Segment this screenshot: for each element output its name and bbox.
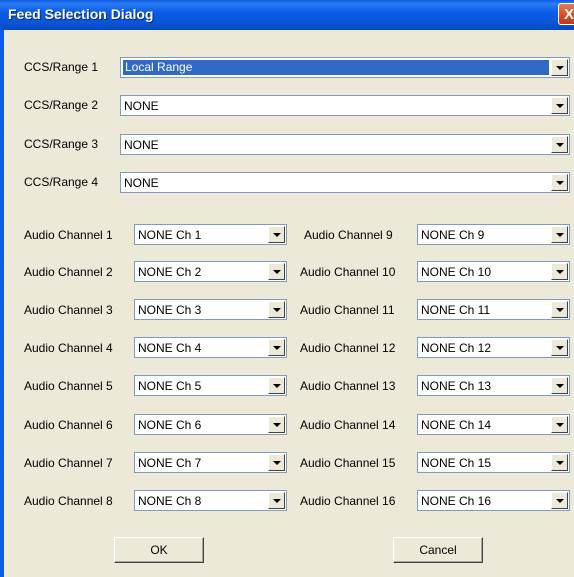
audio-channel-3-select[interactable]: NONE Ch 3 bbox=[134, 299, 287, 320]
audio-channel-6-label: Audio Channel 6 bbox=[24, 418, 113, 432]
audio-channel-14-label: Audio Channel 14 bbox=[300, 418, 396, 432]
audio-channel-4-value: NONE Ch 4 bbox=[138, 341, 202, 355]
audio-channel-11-value: NONE Ch 11 bbox=[421, 303, 491, 317]
window-frame bbox=[0, 30, 4, 577]
audio-channel-1-select[interactable]: NONE Ch 1 bbox=[134, 224, 287, 245]
chevron-down-icon[interactable] bbox=[268, 492, 285, 509]
audio-channel-14-value: NONE Ch 14 bbox=[421, 418, 492, 432]
audio-channel-9-value: NONE Ch 9 bbox=[421, 228, 485, 242]
audio-channel-16-value: NONE Ch 16 bbox=[421, 494, 492, 508]
range-4-label: CCS/Range 4 bbox=[24, 175, 99, 189]
feed-selection-dialog: Feed Selection Dialog X CCS/Range 1 Loca… bbox=[0, 0, 574, 577]
chevron-down-icon[interactable] bbox=[551, 97, 568, 114]
audio-channel-15-value: NONE Ch 15 bbox=[421, 456, 492, 470]
chevron-down-icon[interactable] bbox=[551, 339, 568, 356]
audio-channel-2-label: Audio Channel 2 bbox=[24, 265, 113, 279]
range-2-value: NONE bbox=[124, 99, 159, 113]
chevron-down-icon[interactable] bbox=[268, 263, 285, 280]
title-bar[interactable]: Feed Selection Dialog X bbox=[0, 0, 574, 30]
audio-channel-13-value: NONE Ch 13 bbox=[421, 379, 492, 393]
audio-channel-1-value: NONE Ch 1 bbox=[138, 228, 202, 242]
audio-channel-14-select[interactable]: NONE Ch 14 bbox=[417, 414, 570, 435]
chevron-down-icon[interactable] bbox=[551, 263, 568, 280]
audio-channel-5-select[interactable]: NONE Ch 5 bbox=[134, 375, 287, 396]
chevron-down-icon[interactable] bbox=[551, 377, 568, 394]
chevron-down-icon[interactable] bbox=[268, 416, 285, 433]
audio-channel-3-label: Audio Channel 3 bbox=[24, 303, 113, 317]
cancel-button[interactable]: Cancel bbox=[393, 537, 483, 563]
audio-channel-12-value: NONE Ch 12 bbox=[421, 341, 492, 355]
range-1-value: Local Range bbox=[123, 60, 549, 75]
audio-channel-9-select[interactable]: NONE Ch 9 bbox=[417, 224, 570, 245]
chevron-down-icon[interactable] bbox=[268, 454, 285, 471]
chevron-down-icon[interactable] bbox=[551, 492, 568, 509]
audio-channel-12-label: Audio Channel 12 bbox=[300, 341, 396, 355]
chevron-down-icon[interactable] bbox=[551, 226, 568, 243]
audio-channel-10-select[interactable]: NONE Ch 10 bbox=[417, 261, 570, 282]
range-3-select[interactable]: NONE bbox=[120, 134, 570, 155]
audio-channel-10-value: NONE Ch 10 bbox=[421, 265, 492, 279]
audio-channel-8-value: NONE Ch 8 bbox=[138, 494, 202, 508]
audio-channel-5-label: Audio Channel 5 bbox=[24, 379, 113, 393]
audio-channel-16-select[interactable]: NONE Ch 16 bbox=[417, 490, 570, 511]
chevron-down-icon[interactable] bbox=[551, 454, 568, 471]
window-title: Feed Selection Dialog bbox=[8, 6, 154, 22]
audio-channel-8-select[interactable]: NONE Ch 8 bbox=[134, 490, 287, 511]
chevron-down-icon[interactable] bbox=[551, 136, 568, 153]
audio-channel-6-value: NONE Ch 6 bbox=[138, 418, 202, 432]
audio-channel-15-label: Audio Channel 15 bbox=[300, 456, 396, 470]
audio-channel-11-select[interactable]: NONE Ch 11 bbox=[417, 299, 570, 320]
chevron-down-icon[interactable] bbox=[268, 226, 285, 243]
chevron-down-icon[interactable] bbox=[268, 377, 285, 394]
audio-channel-13-select[interactable]: NONE Ch 13 bbox=[417, 375, 570, 396]
range-3-label: CCS/Range 3 bbox=[24, 137, 99, 151]
audio-channel-16-label: Audio Channel 16 bbox=[300, 494, 396, 508]
close-button[interactable]: X bbox=[558, 3, 574, 25]
chevron-down-icon[interactable] bbox=[268, 339, 285, 356]
close-icon: X bbox=[563, 6, 574, 23]
audio-channel-1-label: Audio Channel 1 bbox=[24, 228, 113, 242]
audio-channel-6-select[interactable]: NONE Ch 6 bbox=[134, 414, 287, 435]
audio-channel-2-select[interactable]: NONE Ch 2 bbox=[134, 261, 287, 282]
chevron-down-icon[interactable] bbox=[551, 416, 568, 433]
audio-channel-5-value: NONE Ch 5 bbox=[138, 379, 202, 393]
audio-channel-3-value: NONE Ch 3 bbox=[138, 303, 202, 317]
chevron-down-icon[interactable] bbox=[551, 174, 568, 191]
chevron-down-icon[interactable] bbox=[268, 301, 285, 318]
audio-channel-13-label: Audio Channel 13 bbox=[300, 379, 396, 393]
range-1-label: CCS/Range 1 bbox=[24, 60, 99, 74]
audio-channel-7-select[interactable]: NONE Ch 7 bbox=[134, 452, 287, 473]
audio-channel-2-value: NONE Ch 2 bbox=[138, 265, 202, 279]
chevron-down-icon[interactable] bbox=[551, 59, 568, 76]
ok-button[interactable]: OK bbox=[114, 537, 204, 563]
audio-channel-8-label: Audio Channel 8 bbox=[24, 494, 113, 508]
audio-channel-12-select[interactable]: NONE Ch 12 bbox=[417, 337, 570, 358]
chevron-down-icon[interactable] bbox=[551, 301, 568, 318]
range-4-select[interactable]: NONE bbox=[120, 172, 570, 193]
audio-channel-10-label: Audio Channel 10 bbox=[300, 265, 396, 279]
range-3-value: NONE bbox=[124, 138, 159, 152]
audio-channel-9-label: Audio Channel 9 bbox=[304, 228, 393, 242]
audio-channel-4-label: Audio Channel 4 bbox=[24, 341, 113, 355]
audio-channel-7-value: NONE Ch 7 bbox=[138, 456, 202, 470]
range-1-select[interactable]: Local Range bbox=[120, 57, 570, 78]
audio-channel-15-select[interactable]: NONE Ch 15 bbox=[417, 452, 570, 473]
audio-channel-4-select[interactable]: NONE Ch 4 bbox=[134, 337, 287, 358]
range-2-label: CCS/Range 2 bbox=[24, 98, 99, 112]
audio-channel-11-label: Audio Channel 11 bbox=[300, 303, 395, 317]
audio-channel-7-label: Audio Channel 7 bbox=[24, 456, 113, 470]
range-4-value: NONE bbox=[124, 176, 159, 190]
range-2-select[interactable]: NONE bbox=[120, 95, 570, 116]
